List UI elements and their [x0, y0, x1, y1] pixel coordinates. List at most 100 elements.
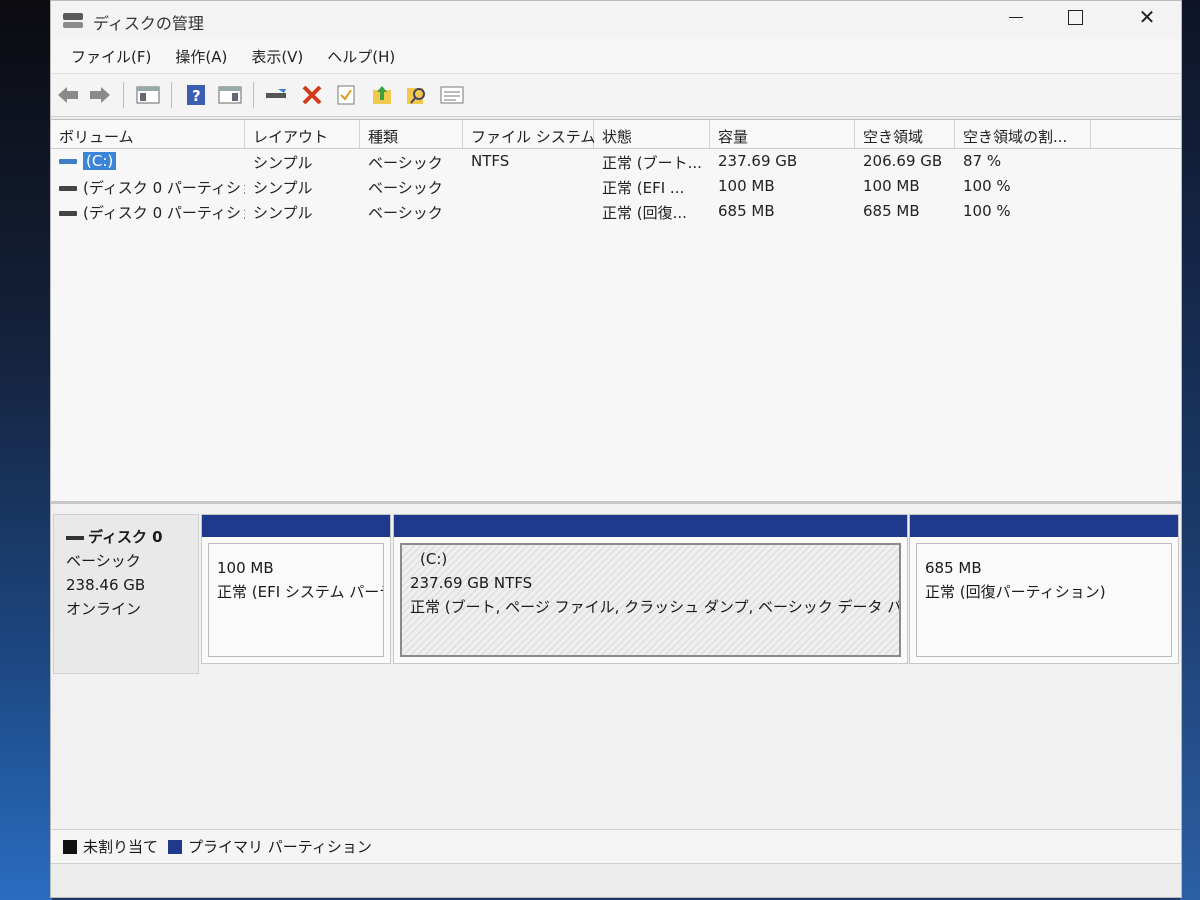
free-percent-cell: 100 %: [963, 177, 1011, 195]
back-icon[interactable]: [55, 83, 81, 107]
column-header-filesystem[interactable]: ファイル システム: [463, 120, 595, 148]
layout-cell: シンプル: [253, 204, 313, 222]
volume-name: (C:): [83, 152, 117, 170]
volume-name: (ディスク 0 パーティショ...: [83, 204, 245, 222]
window-title: ディスクの管理: [93, 14, 204, 33]
partition-status: 正常 (EFI システム パーテ: [217, 583, 384, 601]
free-space-cell: 685 MB: [863, 202, 920, 220]
menu-file[interactable]: ファイル(F): [59, 46, 163, 67]
layout-cell: シンプル: [253, 179, 313, 197]
disk-name: ディスク 0: [88, 528, 163, 546]
legend-unallocated: 未割り当て: [63, 836, 158, 857]
minimize-button[interactable]: [993, 1, 1039, 33]
explore-icon[interactable]: [403, 83, 429, 107]
disk-size: 238.46 GB: [66, 576, 146, 594]
delete-icon[interactable]: [299, 83, 325, 107]
free-percent-cell: 100 %: [963, 202, 1011, 220]
type-cell: ベーシック: [368, 179, 443, 197]
status-cell: 正常 (EFI ...: [602, 179, 685, 197]
partition-status: 正常 (回復パーティション): [925, 583, 1106, 601]
forward-icon[interactable]: [87, 83, 113, 107]
volume-icon: [59, 186, 77, 191]
menu-view[interactable]: 表示(V): [239, 46, 315, 67]
maximize-button[interactable]: [1052, 1, 1098, 33]
connect-icon[interactable]: [263, 83, 289, 107]
column-header-type[interactable]: 種類: [360, 120, 463, 148]
primary-partition-bar: [394, 515, 907, 537]
volume-icon: [59, 159, 77, 164]
help-icon[interactable]: ?: [183, 83, 209, 107]
rescan-icon[interactable]: [369, 83, 395, 107]
unallocated-swatch: [63, 839, 77, 854]
disk-icon: [66, 535, 84, 540]
volume-name: (ディスク 0 パーティショ...: [83, 179, 245, 197]
menu-help[interactable]: ヘルプ(H): [315, 46, 407, 67]
filesystem-cell: [463, 199, 594, 224]
status-cell: 正常 (ブート...: [602, 154, 702, 172]
filesystem-cell: [463, 174, 594, 199]
volume-cell: (C:): [51, 149, 245, 174]
legend-label: プライマリ パーティション: [188, 838, 372, 856]
partition-size: 100 MB: [217, 559, 274, 577]
column-header-capacity[interactable]: 容量: [710, 120, 855, 148]
title-bar[interactable]: ディスクの管理 ✕: [51, 1, 1181, 39]
free-percent-cell: 87 %: [963, 152, 1002, 170]
free-space-cell: 100 MB: [863, 177, 920, 195]
console-tree-icon[interactable]: [135, 83, 161, 107]
partition-efi[interactable]: 100 MB 正常 (EFI システム パーテ: [201, 514, 391, 664]
table-row[interactable]: (ディスク 0 パーティショ... シンプル ベーシック 正常 (回復... 6…: [51, 199, 1181, 224]
desktop-background-left: [0, 0, 52, 900]
partition-status: 正常 (ブート, ページ ファイル, クラッシュ ダンプ, ベーシック データ …: [410, 598, 901, 616]
disk-graph-pane: ディスク 0 ベーシック 238.46 GB オンライン 100 MB 正常 (…: [51, 504, 1181, 829]
capacity-cell: 685 MB: [718, 202, 775, 220]
column-header-free-space[interactable]: 空き領域: [855, 120, 955, 148]
volume-list-pane: ボリューム レイアウト 種類 ファイル システム 状態 容量 空き領域 空き領域…: [51, 119, 1181, 502]
desktop-background-right: [1180, 0, 1200, 900]
table-row[interactable]: (C:) シンプル ベーシック NTFS 正常 (ブート... 237.69 G…: [51, 149, 1181, 174]
partition-size: 237.69 GB NTFS: [410, 574, 533, 592]
column-header-free-percent[interactable]: 空き領域の割...: [955, 120, 1091, 148]
primary-partition-bar: [910, 515, 1178, 537]
table-row[interactable]: (ディスク 0 パーティショ... シンプル ベーシック 正常 (EFI ...…: [51, 174, 1181, 199]
volume-icon: [59, 211, 77, 216]
toolbar-separator: [123, 82, 124, 108]
partition-recovery[interactable]: 685 MB 正常 (回復パーティション): [909, 514, 1179, 664]
menu-bar: ファイル(F) 操作(A) 表示(V) ヘルプ(H): [51, 39, 1181, 74]
volume-cell: (ディスク 0 パーティショ...: [51, 174, 245, 199]
filesystem-cell: NTFS: [471, 152, 510, 170]
properties-icon[interactable]: [333, 83, 359, 107]
primary-partition-swatch: [168, 839, 183, 854]
disk-name-row: ディスク 0: [66, 525, 198, 549]
disk-state: オンライン: [66, 600, 142, 618]
free-space-cell: 206.69 GB: [863, 152, 943, 170]
partition-details: 685 MB 正常 (回復パーティション): [916, 543, 1172, 657]
toolbar-separator: [253, 82, 254, 108]
close-button[interactable]: ✕: [1124, 1, 1170, 33]
partition-c[interactable]: (C:) 237.69 GB NTFS 正常 (ブート, ページ ファイル, ク…: [393, 514, 908, 664]
column-header-volume[interactable]: ボリューム: [51, 120, 245, 148]
disk-0-label[interactable]: ディスク 0 ベーシック 238.46 GB オンライン: [53, 514, 199, 674]
type-cell: ベーシック: [368, 204, 443, 222]
capacity-cell: 237.69 GB: [718, 152, 798, 170]
partition-details: (C:) 237.69 GB NTFS 正常 (ブート, ページ ファイル, ク…: [400, 543, 901, 657]
toolbar: ?: [51, 74, 1181, 117]
svg-text:?: ?: [192, 87, 201, 105]
capacity-cell: 100 MB: [718, 177, 775, 195]
partition-size: 685 MB: [925, 559, 982, 577]
volume-cell: (ディスク 0 パーティショ...: [51, 199, 245, 224]
legend: 未割り当て プライマリ パーティション: [51, 829, 1181, 863]
column-header-status[interactable]: 状態: [594, 120, 710, 148]
status-bar: [51, 863, 1181, 897]
toolbar-separator: [171, 82, 172, 108]
column-header-layout[interactable]: レイアウト: [245, 120, 360, 148]
disk-management-icon: [63, 11, 85, 29]
type-cell: ベーシック: [368, 154, 443, 172]
action-pane-icon[interactable]: [217, 83, 243, 107]
list-icon[interactable]: [439, 83, 465, 107]
layout-cell: シンプル: [253, 154, 313, 172]
legend-primary-partition: プライマリ パーティション: [168, 836, 372, 857]
status-cell: 正常 (回復...: [602, 204, 687, 222]
primary-partition-bar: [202, 515, 390, 537]
menu-action[interactable]: 操作(A): [163, 46, 239, 67]
disk-management-window: ディスクの管理 ✕ ファイル(F) 操作(A) 表示(V) ヘルプ(H) ? ボ…: [50, 0, 1182, 898]
